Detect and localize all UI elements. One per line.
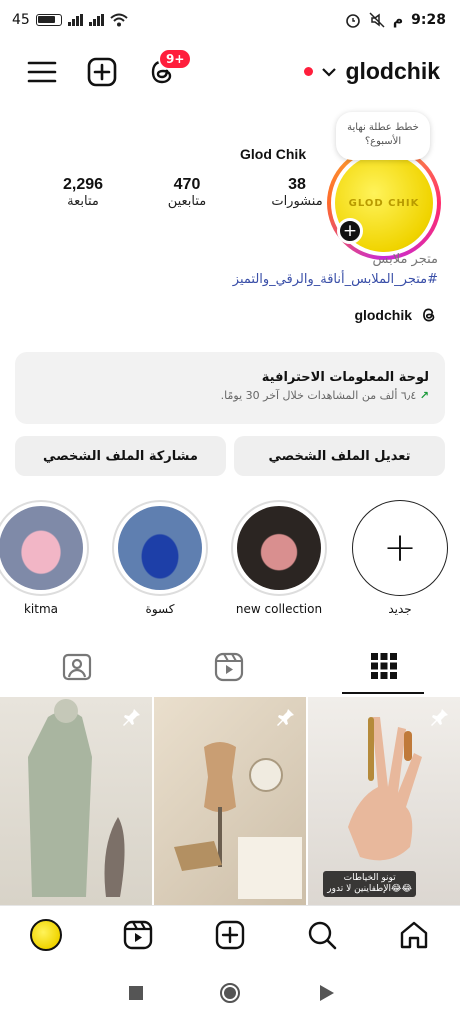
status-bar: 45 م 9:28 bbox=[0, 0, 460, 44]
profile-note[interactable]: خطط عطلة نهاية الأسبوع؟ bbox=[336, 112, 430, 160]
pin-icon bbox=[123, 709, 140, 726]
highlight-label: new collection bbox=[235, 602, 323, 616]
status-dot bbox=[304, 67, 314, 76]
top-bar: 9+ glodchik bbox=[0, 48, 460, 96]
posts-count: 38 bbox=[288, 176, 306, 193]
account-switcher[interactable]: glodchik bbox=[304, 58, 440, 85]
avatar bbox=[30, 919, 62, 951]
highlight-cover bbox=[0, 506, 83, 590]
mute-icon bbox=[369, 12, 385, 28]
professional-dashboard[interactable]: لوحة المعلومات الاحترافية ↗ ٦٫٤ ألف من ا… bbox=[15, 352, 445, 424]
status-left: 45 bbox=[12, 12, 128, 28]
system-navigation bbox=[0, 963, 460, 1024]
post-thumbnail[interactable] bbox=[154, 697, 306, 905]
highlight-cover bbox=[237, 506, 321, 590]
search-icon bbox=[308, 921, 337, 950]
following-label: متابعة bbox=[67, 194, 99, 209]
bio-hashtag[interactable]: #متجر_الملابس_أناقة_والرقي_والتميز bbox=[233, 272, 438, 287]
highlight-new[interactable]: + جديد bbox=[352, 500, 448, 616]
grid-tab-icon[interactable] bbox=[370, 652, 398, 680]
clock: 9:28 bbox=[411, 12, 446, 28]
share-profile-button[interactable]: مشاركة الملف الشخصي bbox=[15, 436, 226, 476]
back-icon[interactable] bbox=[318, 984, 336, 1002]
followers-stat[interactable]: 470 متابعين bbox=[146, 176, 228, 209]
tagged-tab-icon[interactable] bbox=[62, 652, 92, 682]
dashboard-subtitle-row: ↗ ٦٫٤ ألف من المشاهدات خلال آخر 30 يومًا… bbox=[31, 389, 429, 402]
battery-icon bbox=[35, 14, 62, 26]
recent-apps-icon[interactable] bbox=[128, 985, 144, 1001]
highlight-item[interactable]: كسوة bbox=[112, 500, 208, 616]
reels-icon bbox=[123, 920, 153, 950]
reels-tab-icon[interactable] bbox=[214, 652, 244, 682]
edit-profile-button[interactable]: تعديل الملف الشخصي bbox=[234, 436, 445, 476]
profile-tabs bbox=[0, 640, 460, 696]
reels-nav-button[interactable] bbox=[121, 918, 155, 952]
post-thumbnail[interactable]: تونو الخياطات الإطفاينين لا تدور😂😂 bbox=[308, 697, 460, 905]
followers-count: 470 bbox=[173, 176, 201, 193]
pin-icon bbox=[277, 709, 294, 726]
highlight-item[interactable]: kitma bbox=[0, 500, 89, 616]
post-thumbnail[interactable] bbox=[0, 697, 152, 905]
am-pm: م bbox=[392, 12, 404, 28]
trend-up-icon: ↗ bbox=[419, 389, 429, 402]
active-tab-indicator bbox=[342, 692, 424, 694]
highlight-label: kitma bbox=[23, 602, 59, 616]
alarm-icon bbox=[346, 14, 360, 28]
posts-stat[interactable]: 38 منشورات bbox=[256, 176, 338, 209]
notification-badge: 9+ bbox=[158, 48, 193, 70]
highlight-label: كسوة bbox=[145, 602, 175, 616]
threads-icon bbox=[423, 308, 435, 322]
post-image bbox=[28, 699, 125, 897]
signal-icon bbox=[67, 14, 83, 26]
chevron-down-icon bbox=[322, 67, 337, 77]
search-nav-button[interactable] bbox=[305, 918, 339, 952]
status-right: م 9:28 bbox=[345, 12, 446, 28]
create-nav-button[interactable] bbox=[213, 918, 247, 952]
plus-icon: + bbox=[352, 500, 448, 596]
create-icon bbox=[215, 920, 245, 950]
signal-icon-2 bbox=[88, 14, 104, 26]
post-grid: تونو الخياطات الإطفاينين لا تدور😂😂 bbox=[0, 697, 460, 905]
posts-label: منشورات bbox=[271, 194, 323, 209]
dashboard-subtitle: ٦٫٤ ألف من المشاهدات خلال آخر 30 يومًا. bbox=[220, 389, 417, 402]
pin-icon bbox=[431, 709, 448, 726]
add-story-button[interactable]: + bbox=[337, 218, 363, 244]
following-count: 2,296 bbox=[62, 176, 104, 193]
dashboard-title: لوحة المعلومات الاحترافية bbox=[261, 370, 429, 385]
home-nav-button[interactable] bbox=[397, 918, 431, 952]
bottom-navigation bbox=[0, 905, 460, 963]
profile-category: متجر ملابس bbox=[372, 252, 439, 267]
post-image bbox=[174, 742, 302, 899]
home-button-icon[interactable] bbox=[219, 982, 241, 1004]
display-name: Glod Chik bbox=[240, 146, 307, 162]
home-icon bbox=[400, 921, 428, 949]
threads-link[interactable]: glodchik bbox=[354, 306, 438, 324]
highlight-item[interactable]: new collection bbox=[231, 500, 327, 616]
battery-percent: 45 bbox=[12, 12, 30, 28]
wifi-icon bbox=[110, 13, 128, 27]
username: glodchik bbox=[345, 58, 440, 84]
following-stat[interactable]: 2,296 متابعة bbox=[42, 176, 124, 209]
highlight-label: جديد bbox=[388, 602, 412, 616]
profile-nav-button[interactable] bbox=[29, 918, 63, 952]
threads-handle-text: glodchik bbox=[354, 307, 412, 323]
followers-label: متابعين bbox=[167, 194, 207, 209]
menu-icon[interactable] bbox=[26, 56, 58, 88]
create-icon[interactable] bbox=[86, 56, 118, 88]
post-caption: تونو الخياطات الإطفاينين لا تدور😂😂 bbox=[323, 871, 416, 897]
highlight-cover bbox=[118, 506, 202, 590]
